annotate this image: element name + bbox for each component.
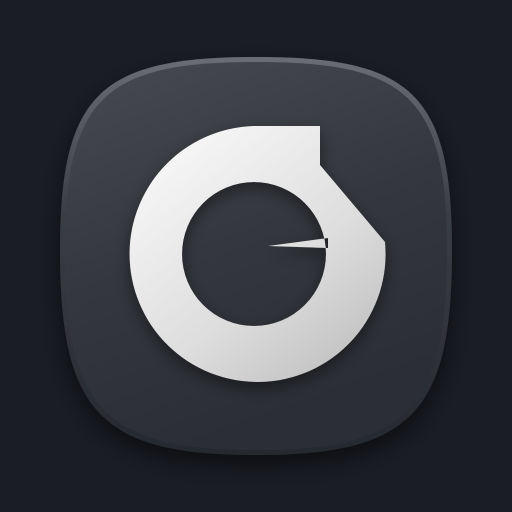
app-icon — [60, 57, 452, 455]
icon-tile-face — [65, 62, 447, 450]
icon-canvas — [0, 0, 512, 512]
